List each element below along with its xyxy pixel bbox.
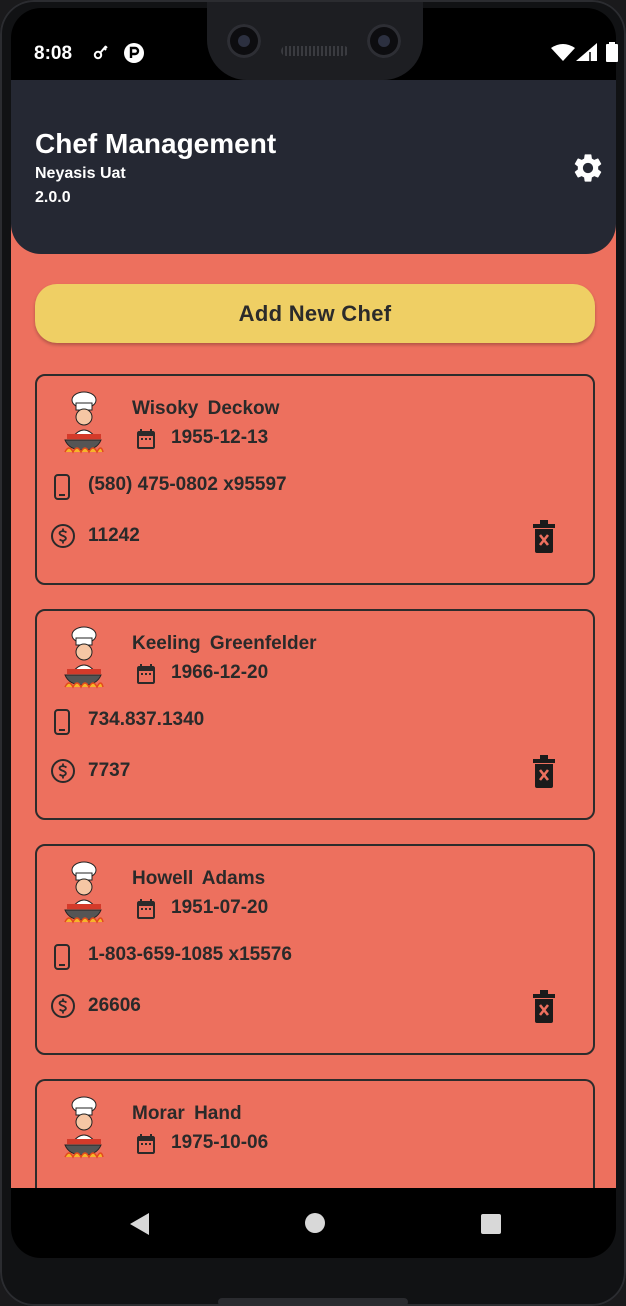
chef-birth-date: 1975-10-06	[171, 1132, 269, 1153]
phone-icon	[54, 709, 70, 735]
p-badge-icon	[124, 43, 144, 63]
chef-card[interactable]: Keeling Greenfelder 1966-12-20 734.837.1…	[35, 609, 595, 820]
chef-avatar-icon	[64, 391, 104, 454]
dollar-icon	[51, 994, 75, 1018]
chef-card[interactable]: Wisoky Deckow 1955-12-13 (580) 475-0802 …	[35, 374, 595, 585]
phone-icon	[54, 944, 70, 970]
chef-birth-date: 1951-07-20	[171, 897, 269, 918]
dollar-icon	[51, 524, 75, 548]
chef-card[interactable]: Morar Hand 1975-10-06	[35, 1079, 595, 1188]
signal-icon	[576, 43, 597, 61]
chef-name: Morar Hand	[132, 1103, 242, 1124]
calendar-icon	[137, 1134, 155, 1154]
dollar-icon	[51, 759, 75, 783]
chef-avatar-icon	[64, 861, 104, 924]
chef-phone: (580) 475-0802 x95597	[88, 474, 287, 495]
recent-apps-icon[interactable]	[480, 1213, 502, 1235]
delete-icon[interactable]	[530, 755, 558, 789]
chef-name: Howell Adams	[132, 868, 266, 889]
environment-name: Neyasis Uat	[35, 165, 126, 182]
app-version: 2.0.0	[35, 189, 71, 206]
chef-avatar-icon	[64, 626, 104, 689]
chef-birth-date: 1955-12-13	[171, 427, 269, 448]
front-sensor	[367, 24, 401, 58]
chef-salary: 11242	[88, 525, 140, 546]
chef-phone: 1-803-659-1085 x15576	[88, 944, 292, 965]
delete-icon[interactable]	[530, 990, 558, 1024]
delete-icon[interactable]	[530, 520, 558, 554]
key-icon	[93, 45, 108, 60]
home-icon[interactable]	[304, 1212, 326, 1234]
battery-icon	[606, 42, 618, 62]
calendar-icon	[137, 664, 155, 684]
phone-icon	[54, 474, 70, 500]
calendar-icon	[137, 899, 155, 919]
chef-avatar-icon	[64, 1096, 104, 1159]
bottom-speaker-grille	[218, 1298, 408, 1306]
chef-name: Wisoky Deckow	[132, 398, 280, 419]
front-camera	[227, 24, 261, 58]
settings-gear-icon[interactable]	[571, 151, 605, 185]
back-icon[interactable]	[129, 1212, 151, 1236]
calendar-icon	[137, 429, 155, 449]
camera-notch	[207, 0, 423, 80]
chef-name: Keeling Greenfelder	[132, 633, 317, 654]
navigation-bar	[11, 1188, 616, 1258]
chef-phone: 734.837.1340	[88, 709, 205, 730]
wifi-icon	[551, 44, 575, 61]
chef-salary: 26606	[88, 995, 141, 1016]
app-screen: Chef Management Neyasis Uat 2.0.0 Add Ne…	[11, 80, 616, 1188]
chef-card[interactable]: Howell Adams 1951-07-20 1-803-659-1085 x…	[35, 844, 595, 1055]
app-header: Chef Management Neyasis Uat 2.0.0	[11, 80, 616, 254]
chef-salary: 7737	[88, 760, 131, 781]
page-title: Chef Management	[35, 128, 277, 159]
chef-birth-date: 1966-12-20	[171, 662, 269, 683]
status-time: 8:08	[34, 43, 73, 64]
phone-frame: 8:08 Chef Management Neyasis Uat 2.0.0 A…	[0, 0, 626, 1306]
add-new-chef-button[interactable]: Add New Chef	[35, 284, 595, 343]
earpiece-speaker	[281, 46, 349, 56]
